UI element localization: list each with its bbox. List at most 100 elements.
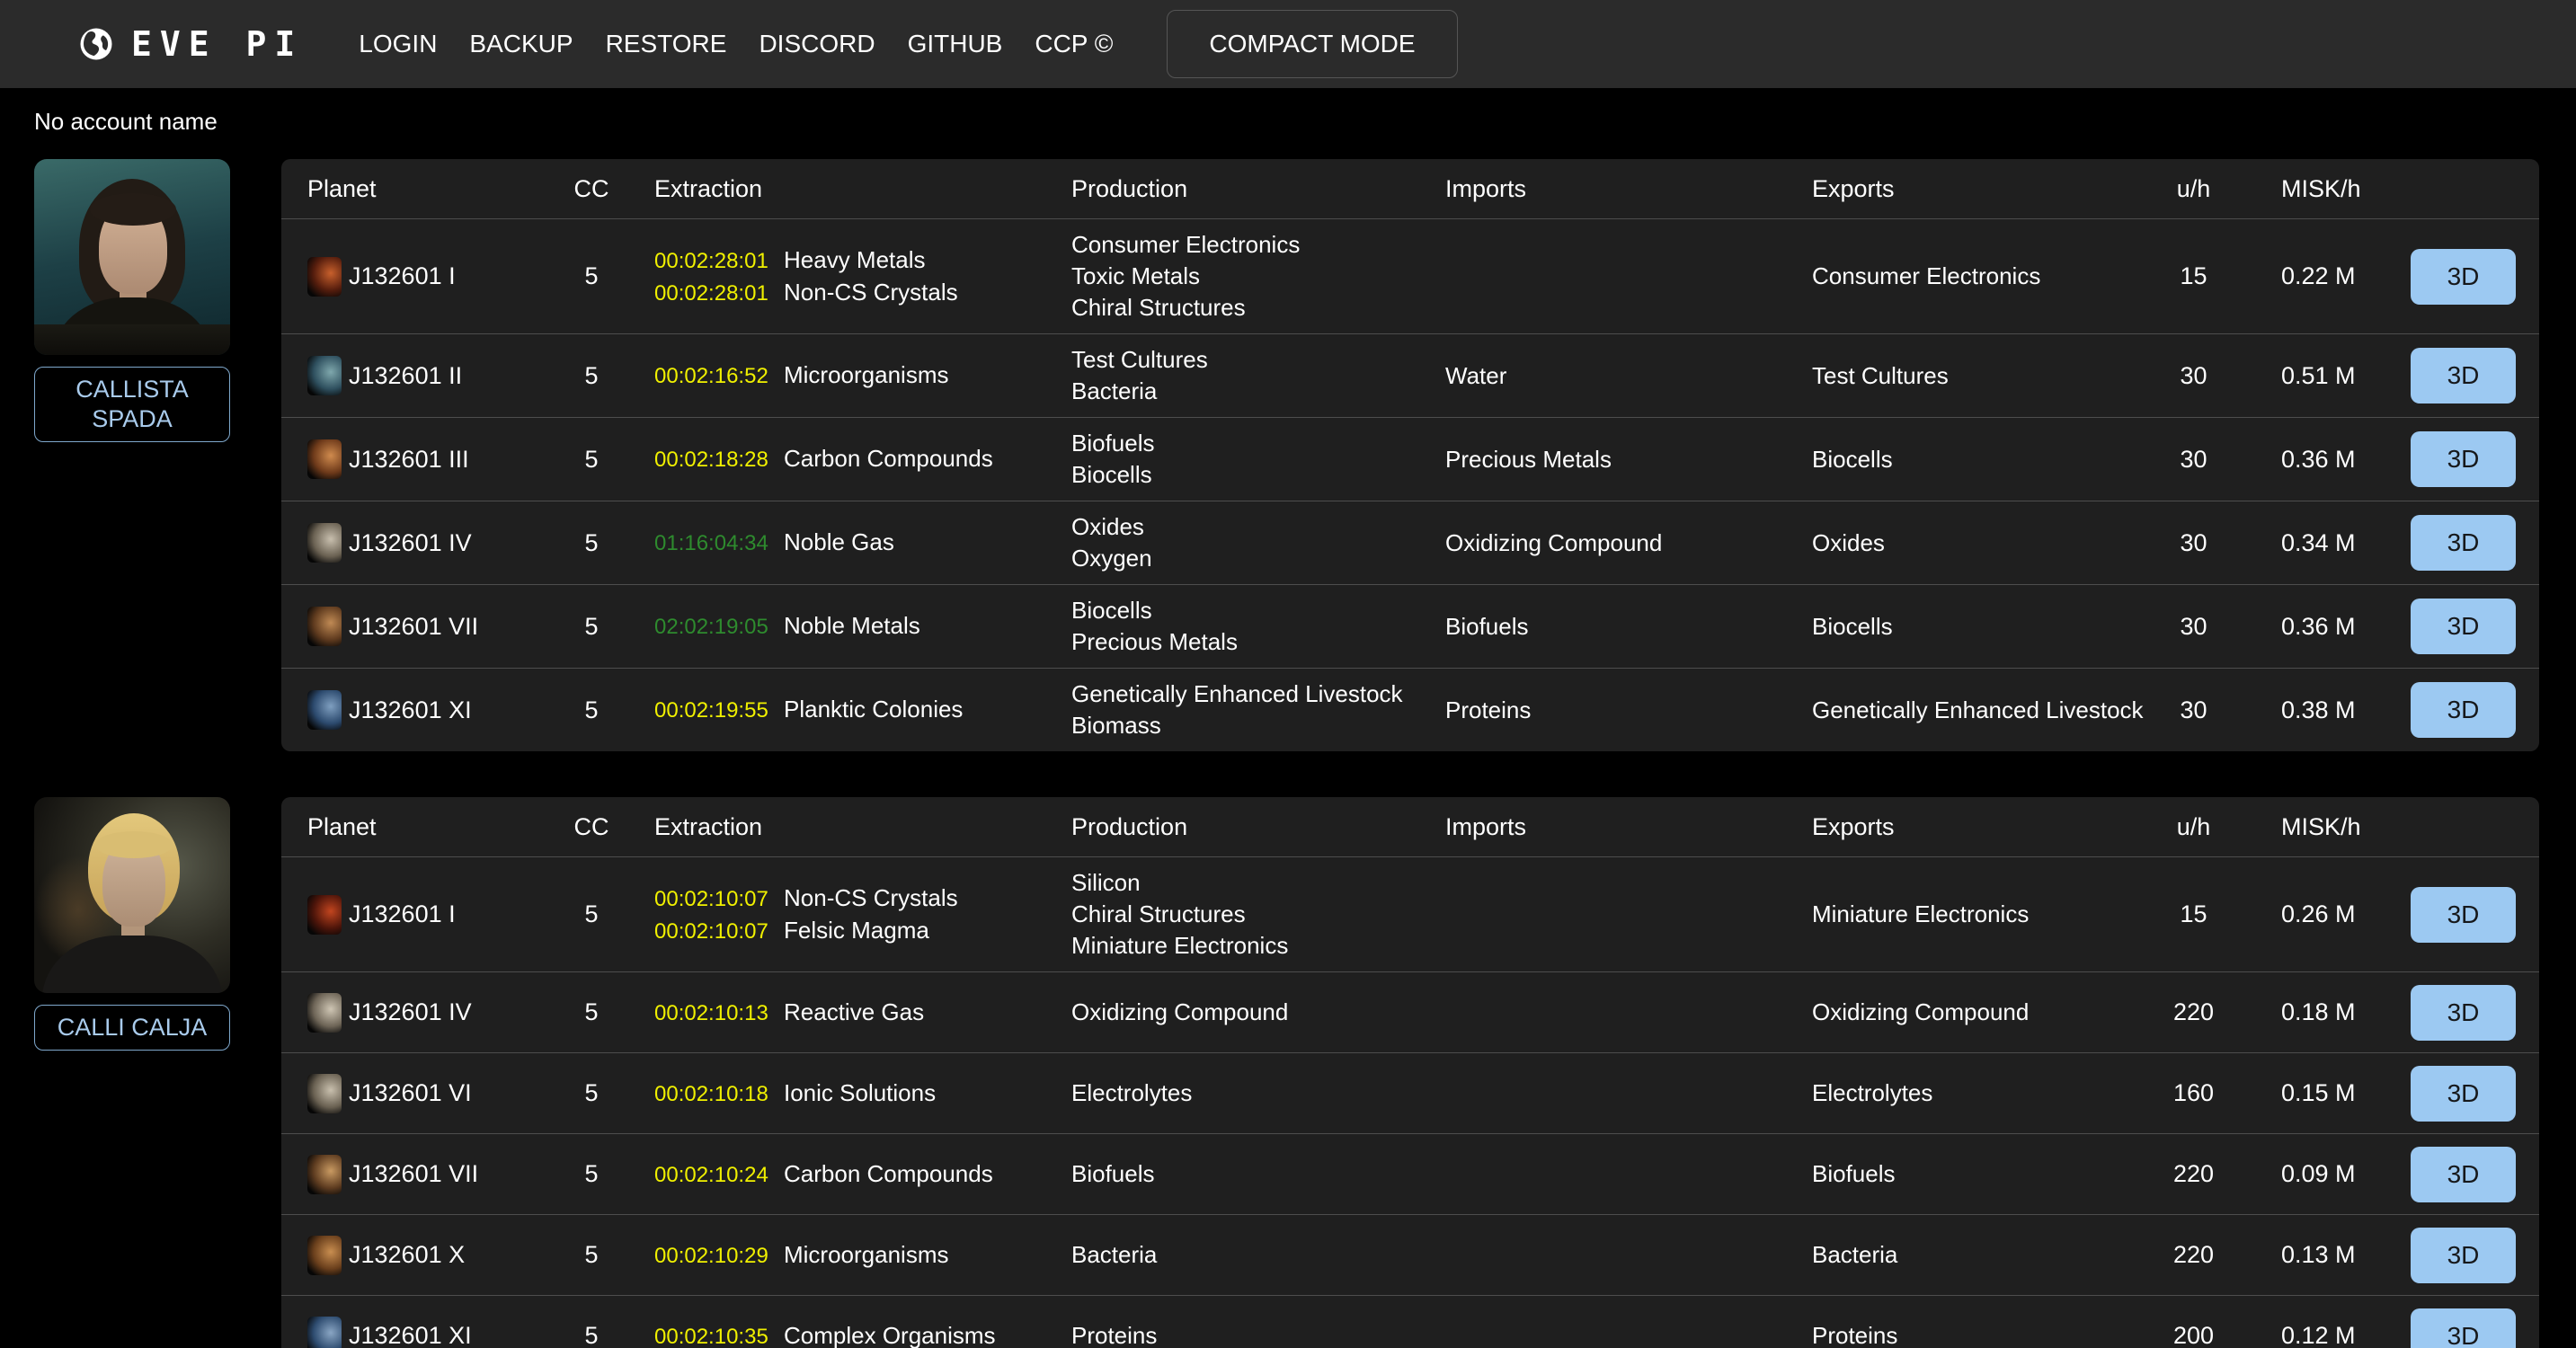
character-portrait[interactable] — [34, 159, 230, 355]
misk-value: 0.12 M — [2236, 1322, 2385, 1348]
imports-cell: Proteins — [1445, 695, 1812, 726]
top-navbar: EVE PI LOGIN BACKUP RESTORE DISCORD GITH… — [0, 0, 2576, 88]
nav-item-discord[interactable]: DISCORD — [759, 30, 875, 58]
table-row: J132601 VII 5 02:02:19:05Noble Metals Bi… — [281, 584, 2539, 668]
production-cell: Oxidizing Compound — [1071, 997, 1445, 1028]
planet-icon — [307, 1236, 342, 1275]
extraction-material: Noble Metals — [784, 610, 920, 642]
view-3d-button[interactable]: 3D — [2411, 887, 2516, 943]
extraction-timer: 02:02:19:05 — [654, 611, 773, 643]
nav-item-ccp[interactable]: CCP © — [1035, 30, 1113, 58]
cc-value: 5 — [551, 1322, 632, 1348]
character-name-button[interactable]: CALLISTA SPADA — [34, 367, 230, 442]
extraction-material: Ionic Solutions — [784, 1078, 936, 1109]
extraction-material: Non-CS Crystals — [784, 882, 958, 914]
portrait-art-body — [34, 324, 230, 355]
table-header-row: Planet CC Extraction Production Imports … — [281, 159, 2539, 218]
character-name-button[interactable]: CALLI CALJA — [34, 1005, 230, 1051]
extraction-material: Non-CS Crystals — [784, 277, 958, 308]
table-row: J132601 I 5 00:02:10:07Non-CS Crystals00… — [281, 856, 2539, 971]
planet-icon — [307, 607, 342, 646]
view-3d-button[interactable]: 3D — [2411, 1147, 2516, 1202]
uh-value: 30 — [2151, 362, 2236, 390]
extraction-timer: 00:02:10:24 — [654, 1159, 773, 1191]
exports-item: Bacteria — [1812, 1239, 2151, 1271]
extraction-timer: 00:02:10:29 — [654, 1240, 773, 1272]
table-row: J132601 II 5 00:02:16:52Microorganisms T… — [281, 333, 2539, 417]
production-item: Chiral Structures — [1071, 899, 1445, 930]
extraction-cell: 00:02:16:52Microorganisms — [632, 359, 1071, 392]
production-item: Bacteria — [1071, 1239, 1445, 1271]
view-3d-button[interactable]: 3D — [2411, 682, 2516, 738]
extraction-cell: 00:02:10:35Complex Organisms — [632, 1320, 1071, 1348]
planet-icon — [307, 439, 342, 479]
exports-item: Test Cultures — [1812, 360, 2151, 392]
exports-cell: Bacteria — [1812, 1239, 2151, 1271]
table-row: J132601 I 5 00:02:28:01Heavy Metals00:02… — [281, 218, 2539, 333]
uh-value: 220 — [2151, 1241, 2236, 1269]
header-production: Production — [1071, 173, 1445, 205]
table-row: J132601 XI 5 00:02:19:55Planktic Colonie… — [281, 668, 2539, 751]
extraction-material: Planktic Colonies — [784, 694, 963, 725]
production-cell: Consumer ElectronicsToxic MetalsChiral S… — [1071, 229, 1445, 324]
production-item: Biofuels — [1071, 1158, 1445, 1190]
view-3d-button[interactable]: 3D — [2411, 431, 2516, 487]
production-cell: Bacteria — [1071, 1239, 1445, 1271]
exports-cell: Miniature Electronics — [1812, 899, 2151, 930]
nav-item-backup[interactable]: BACKUP — [469, 30, 573, 58]
uh-value: 30 — [2151, 529, 2236, 557]
planet-icon — [307, 523, 342, 563]
table-row: J132601 VII 5 00:02:10:24Carbon Compound… — [281, 1133, 2539, 1214]
view-3d-button[interactable]: 3D — [2411, 1066, 2516, 1122]
uh-value: 30 — [2151, 613, 2236, 641]
nav-item-login[interactable]: LOGIN — [359, 30, 437, 58]
imports-cell: Biofuels — [1445, 611, 1812, 643]
view-3d-button[interactable]: 3D — [2411, 249, 2516, 305]
compact-mode-button[interactable]: COMPACT MODE — [1167, 10, 1457, 78]
extraction-timer: 00:02:16:52 — [654, 360, 773, 392]
uh-value: 15 — [2151, 262, 2236, 290]
extraction-material: Carbon Compounds — [784, 443, 993, 474]
header-production: Production — [1071, 811, 1445, 843]
exports-cell: Biocells — [1812, 444, 2151, 475]
exports-item: Oxides — [1812, 528, 2151, 559]
production-item: Proteins — [1071, 1320, 1445, 1348]
cc-value: 5 — [551, 362, 632, 390]
misk-value: 0.51 M — [2236, 362, 2385, 390]
misk-value: 0.26 M — [2236, 900, 2385, 928]
table-row: J132601 III 5 00:02:18:28Carbon Compound… — [281, 417, 2539, 501]
exports-cell: Genetically Enhanced Livestock — [1812, 695, 2151, 726]
planet-table: Planet CC Extraction Production Imports … — [281, 159, 2539, 751]
imports-item: Precious Metals — [1445, 444, 1812, 475]
exports-item: Electrolytes — [1812, 1078, 2151, 1109]
planet-name: J132601 I — [349, 262, 456, 290]
cc-value: 5 — [551, 900, 632, 928]
production-cell: Biofuels — [1071, 1158, 1445, 1190]
extraction-timer: 00:02:28:01 — [654, 278, 773, 309]
exports-item: Biocells — [1812, 611, 2151, 643]
account-name-label: No account name — [0, 88, 2576, 159]
view-3d-button[interactable]: 3D — [2411, 515, 2516, 571]
extraction-cell: 00:02:10:18Ionic Solutions — [632, 1078, 1071, 1110]
table-row: J132601 IV 5 00:02:10:13Reactive Gas Oxi… — [281, 971, 2539, 1052]
nav-item-github[interactable]: GITHUB — [908, 30, 1003, 58]
uh-value: 30 — [2151, 696, 2236, 724]
nav-item-restore[interactable]: RESTORE — [606, 30, 727, 58]
view-3d-button[interactable]: 3D — [2411, 985, 2516, 1041]
production-item: Genetically Enhanced Livestock — [1071, 678, 1445, 710]
view-3d-button[interactable]: 3D — [2411, 1308, 2516, 1348]
cc-value: 5 — [551, 446, 632, 474]
extraction-timer: 00:02:19:55 — [654, 695, 773, 726]
view-3d-button[interactable]: 3D — [2411, 1228, 2516, 1283]
view-3d-button[interactable]: 3D — [2411, 599, 2516, 654]
view-3d-button[interactable]: 3D — [2411, 348, 2516, 404]
character-portrait[interactable] — [34, 797, 230, 993]
production-item: Biocells — [1071, 459, 1445, 491]
extraction-cell: 02:02:19:05 Noble Metals — [632, 610, 1071, 643]
brand[interactable]: EVE PI — [77, 24, 303, 64]
extraction-timer: 00:02:10:13 — [654, 998, 773, 1029]
uh-value: 160 — [2151, 1079, 2236, 1107]
production-cell: Electrolytes — [1071, 1078, 1445, 1109]
production-item: Oxygen — [1071, 543, 1445, 574]
production-cell: Genetically Enhanced LivestockBiomass — [1071, 678, 1445, 741]
